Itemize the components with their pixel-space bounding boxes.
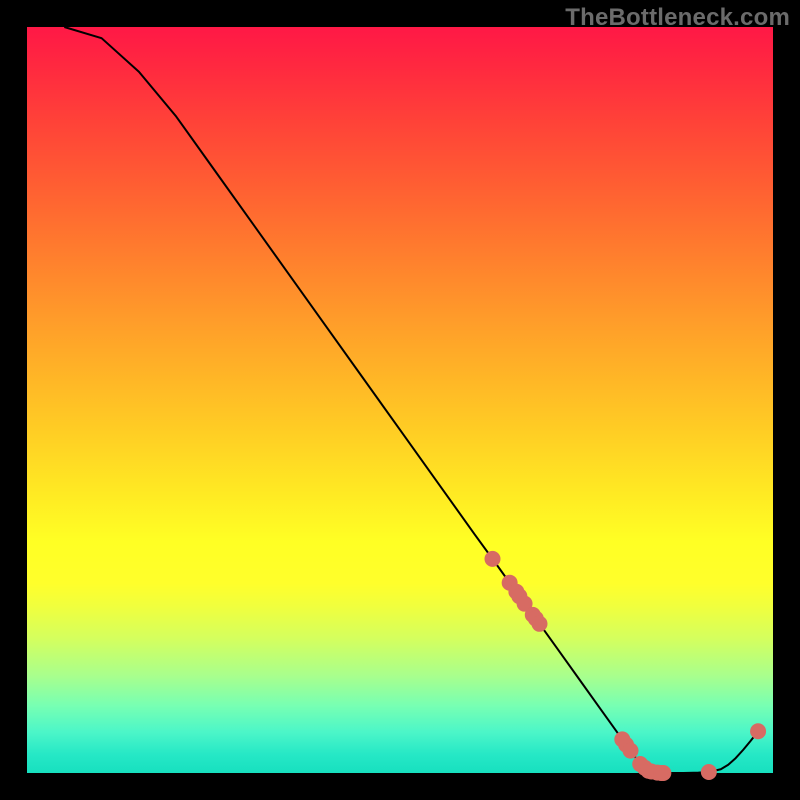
curve-path — [64, 27, 758, 773]
data-point — [655, 765, 671, 781]
data-line — [64, 27, 758, 773]
data-point — [750, 723, 766, 739]
data-markers — [485, 551, 767, 781]
data-point — [623, 743, 639, 759]
data-point — [485, 551, 501, 567]
data-point — [532, 616, 548, 632]
chart-overlay — [27, 27, 773, 773]
chart-frame: TheBottleneck.com — [0, 0, 800, 800]
watermark-text: TheBottleneck.com — [565, 4, 790, 32]
data-point — [701, 764, 717, 780]
